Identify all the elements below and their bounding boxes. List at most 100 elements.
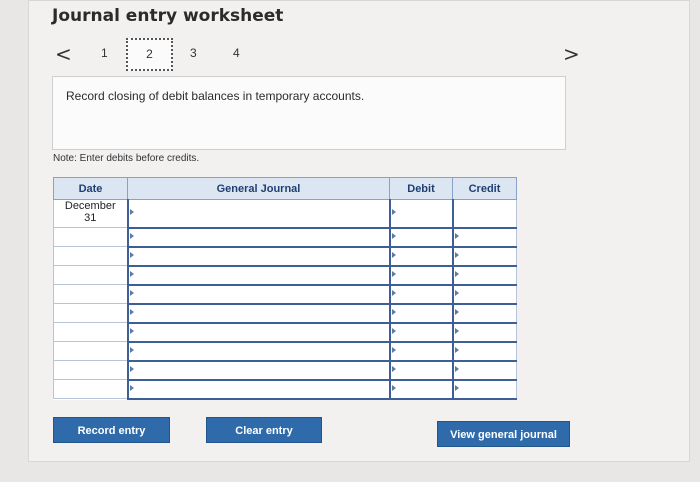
debit-input[interactable] — [388, 360, 453, 381]
instruction-text: Record closing of debit balances in temp… — [66, 89, 365, 103]
dropdown-marker-icon — [391, 347, 396, 353]
general-journal-input[interactable] — [126, 379, 390, 400]
debit-input[interactable] — [388, 246, 453, 267]
table-row: December 31 — [53, 199, 517, 229]
general-journal-input[interactable] — [126, 284, 390, 305]
dropdown-marker-icon — [129, 271, 134, 277]
header-credit: Credit — [452, 177, 517, 200]
dropdown-marker-icon — [129, 233, 134, 239]
general-journal-input[interactable] — [126, 341, 390, 362]
debit-input[interactable] — [388, 322, 453, 343]
date-cell[interactable] — [53, 284, 128, 304]
record-entry-button[interactable]: Record entry — [53, 417, 170, 443]
credit-input[interactable] — [451, 265, 517, 286]
prev-step-arrow-icon[interactable]: < — [55, 42, 72, 66]
journal-entry-table: Date General Journal Debit Credit Decemb… — [53, 177, 517, 400]
credit-input[interactable] — [451, 246, 517, 267]
instruction-box: Record closing of debit balances in temp… — [52, 76, 566, 150]
date-day: 31 — [84, 212, 97, 224]
date-cell[interactable] — [53, 322, 128, 342]
note-text: Note: Enter debits before credits. — [53, 153, 200, 164]
credit-input[interactable] — [451, 284, 517, 305]
dropdown-marker-icon — [454, 309, 459, 315]
general-journal-input[interactable] — [126, 246, 390, 267]
dropdown-marker-icon — [129, 290, 134, 296]
dropdown-marker-icon — [391, 328, 396, 334]
debit-input[interactable] — [388, 265, 453, 286]
dropdown-marker-icon — [129, 252, 134, 258]
table-row — [53, 284, 517, 305]
general-journal-input[interactable] — [126, 199, 390, 229]
date-cell[interactable] — [53, 227, 128, 247]
credit-input[interactable] — [451, 303, 517, 324]
debit-input[interactable] — [388, 341, 453, 362]
dropdown-marker-icon — [454, 347, 459, 353]
date-cell[interactable] — [53, 360, 128, 380]
step-2-current[interactable]: 2 — [126, 38, 173, 71]
table-row — [53, 322, 517, 343]
debit-input[interactable] — [388, 303, 453, 324]
debit-input[interactable] — [388, 379, 453, 400]
table-row — [53, 379, 517, 400]
step-1[interactable]: 1 — [101, 46, 108, 60]
credit-input[interactable] — [451, 341, 517, 362]
page-title: Journal entry worksheet — [52, 6, 284, 26]
view-general-journal-button[interactable]: View general journal — [437, 421, 570, 447]
dropdown-marker-icon — [129, 328, 134, 334]
dropdown-marker-icon — [454, 366, 459, 372]
credit-input[interactable] — [451, 322, 517, 343]
dropdown-marker-icon — [129, 309, 134, 315]
date-cell[interactable] — [53, 303, 128, 323]
dropdown-marker-icon — [454, 271, 459, 277]
next-step-arrow-icon[interactable]: > — [563, 42, 580, 66]
date-month: December — [64, 200, 116, 212]
dropdown-marker-icon — [391, 209, 396, 216]
debit-input[interactable] — [388, 284, 453, 305]
header-general-journal: General Journal — [127, 177, 390, 200]
dropdown-marker-icon — [454, 290, 459, 296]
dropdown-marker-icon — [391, 309, 396, 315]
header-debit: Debit — [389, 177, 453, 200]
dropdown-marker-icon — [391, 385, 396, 391]
credit-input[interactable] — [451, 199, 517, 229]
dropdown-marker-icon — [129, 385, 134, 391]
general-journal-input[interactable] — [126, 303, 390, 324]
dropdown-marker-icon — [454, 252, 459, 258]
step-3[interactable]: 3 — [190, 46, 197, 60]
dropdown-marker-icon — [391, 290, 396, 296]
dropdown-marker-icon — [129, 209, 134, 216]
credit-input[interactable] — [451, 360, 517, 381]
date-cell[interactable] — [53, 265, 128, 285]
dropdown-marker-icon — [129, 366, 134, 372]
dropdown-marker-icon — [129, 347, 134, 353]
table-row — [53, 227, 517, 248]
date-cell[interactable] — [53, 246, 128, 266]
dropdown-marker-icon — [391, 233, 396, 239]
dropdown-marker-icon — [391, 271, 396, 277]
table-row — [53, 303, 517, 324]
dropdown-marker-icon — [454, 385, 459, 391]
date-cell[interactable] — [53, 379, 128, 399]
dropdown-marker-icon — [454, 233, 459, 239]
step-4[interactable]: 4 — [233, 46, 240, 60]
dropdown-marker-icon — [454, 328, 459, 334]
table-row — [53, 341, 517, 362]
general-journal-input[interactable] — [126, 322, 390, 343]
clear-entry-button[interactable]: Clear entry — [206, 417, 322, 443]
date-cell[interactable] — [53, 341, 128, 361]
debit-input[interactable] — [388, 227, 453, 248]
table-row — [53, 246, 517, 267]
step-pager: < 1 2 3 4 > — [0, 38, 700, 72]
table-row — [53, 265, 517, 286]
dropdown-marker-icon — [391, 252, 396, 258]
debit-input[interactable] — [388, 199, 453, 229]
general-journal-input[interactable] — [126, 360, 390, 381]
dropdown-marker-icon — [391, 366, 396, 372]
date-cell: December 31 — [53, 199, 128, 228]
credit-input[interactable] — [451, 379, 517, 400]
general-journal-input[interactable] — [126, 265, 390, 286]
general-journal-input[interactable] — [126, 227, 390, 248]
credit-input[interactable] — [451, 227, 517, 248]
header-date: Date — [53, 177, 128, 200]
table-row — [53, 360, 517, 381]
